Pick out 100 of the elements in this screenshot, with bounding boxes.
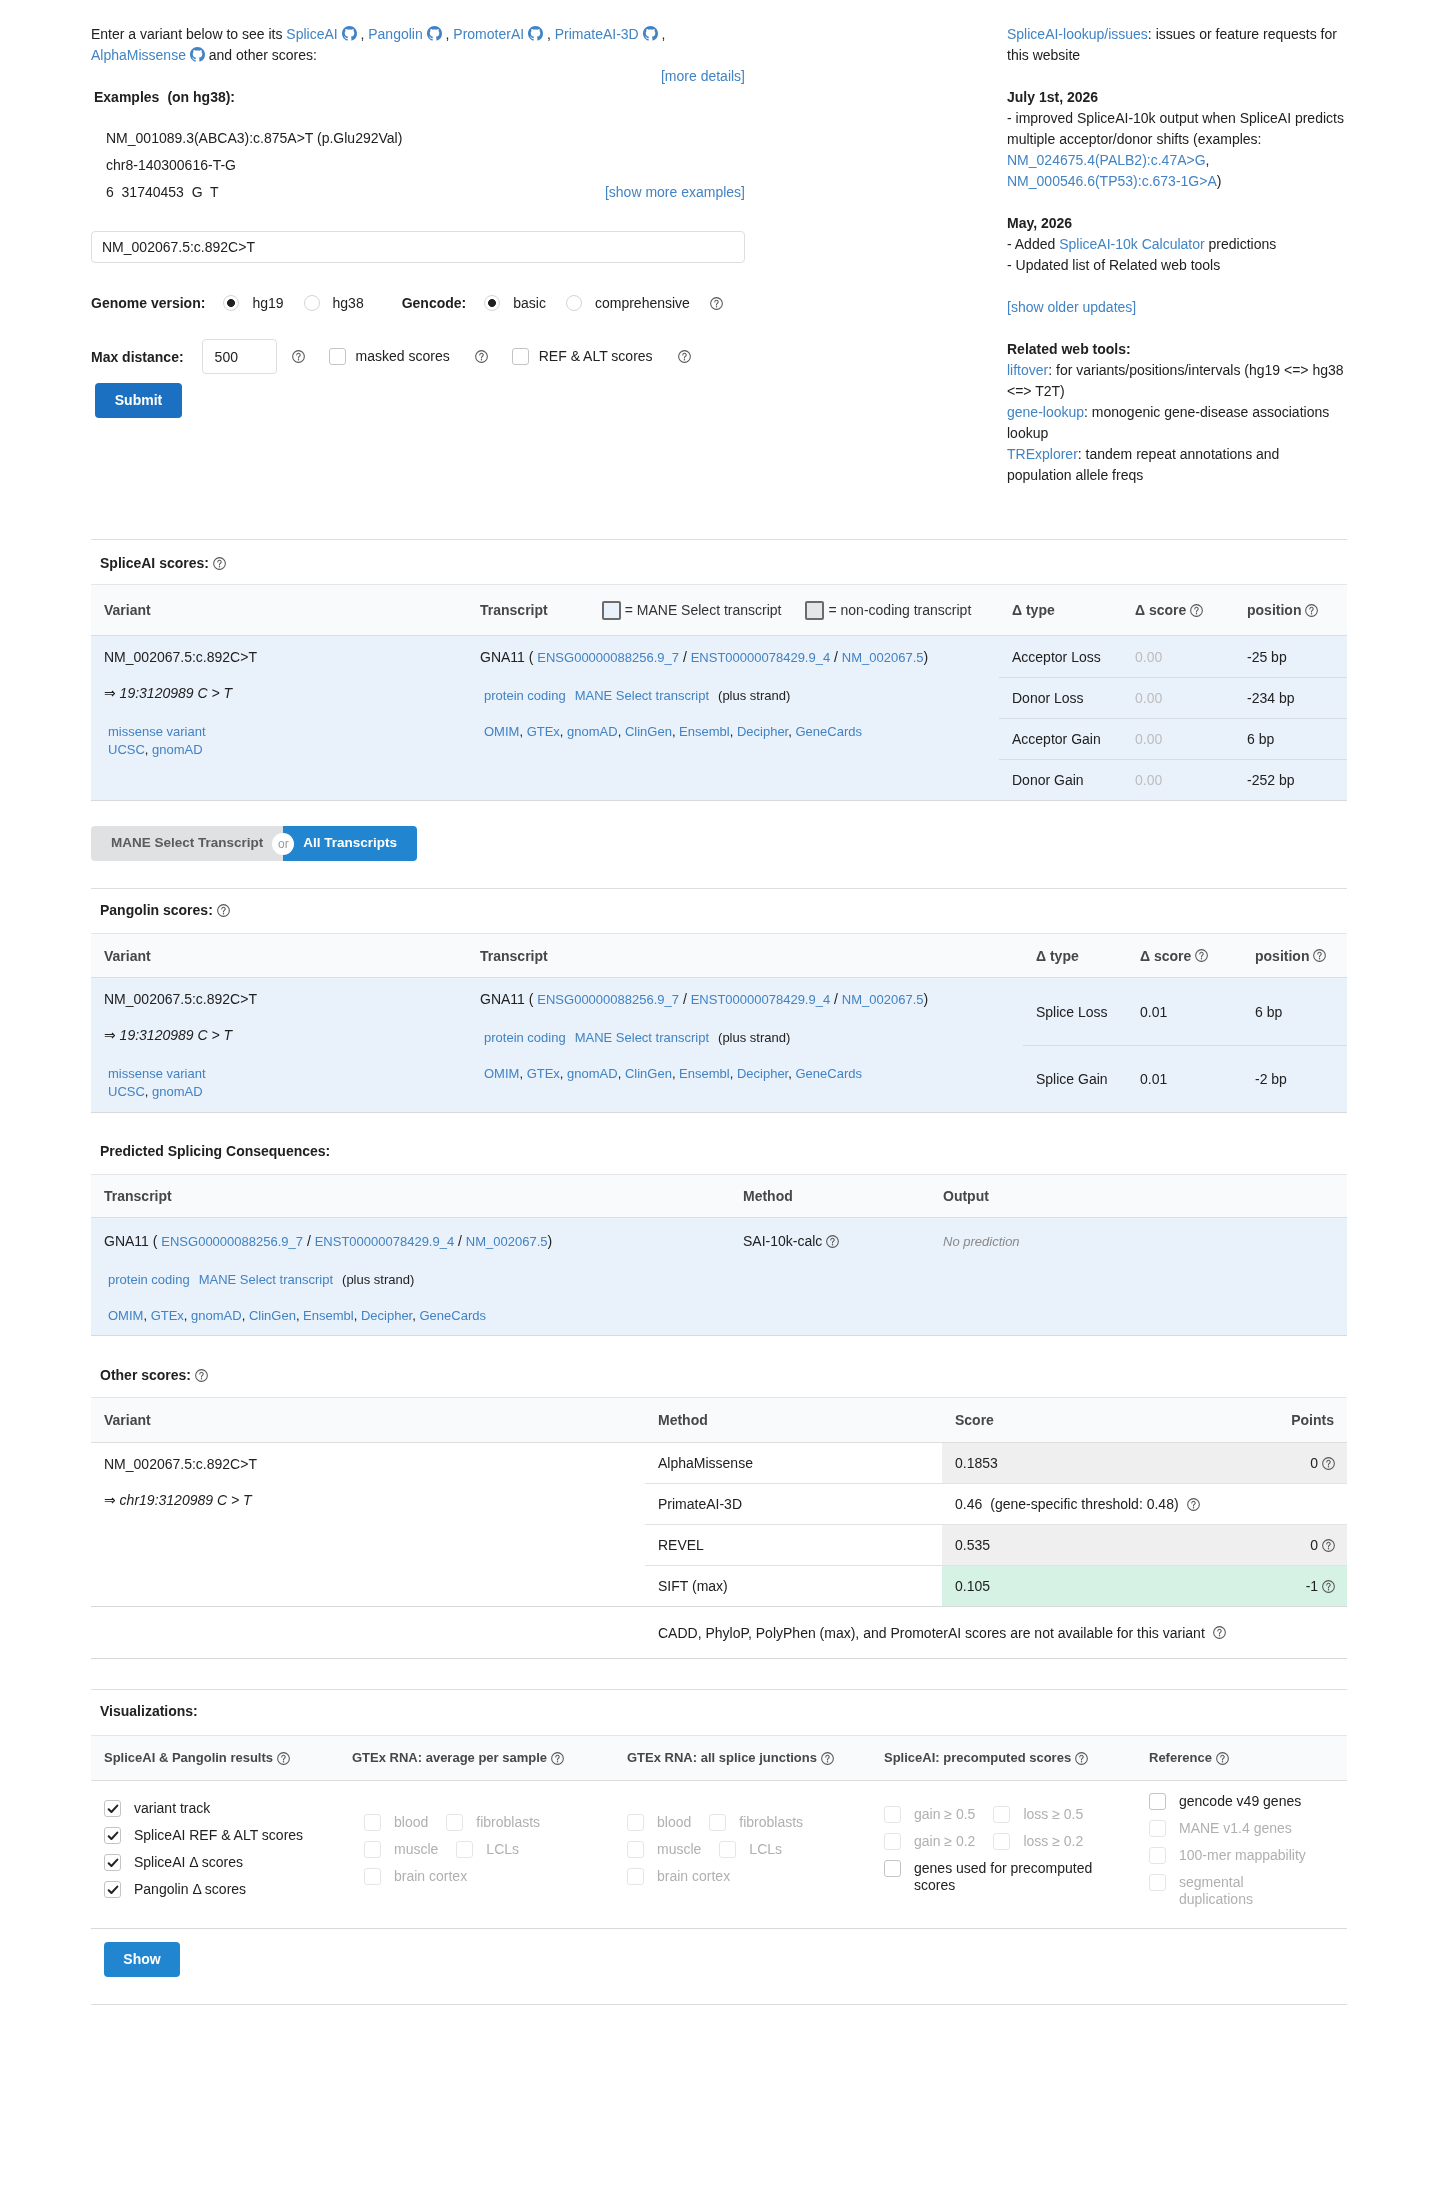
help-icon[interactable]	[1075, 1751, 1089, 1765]
checkbox-label[interactable]: REF & ALT scores	[538, 348, 653, 365]
resource-link[interactable]: gnomAD	[191, 1308, 242, 1323]
help-icon[interactable]	[1322, 1580, 1335, 1593]
news-link[interactable]: SpliceAI-lookup/issues	[1007, 26, 1148, 42]
checkbox[interactable]	[104, 1881, 121, 1898]
variant-input[interactable]: NM_002067.5:c.892C>T	[91, 231, 745, 263]
news-link[interactable]: TRExplorer	[1007, 446, 1078, 462]
help-icon[interactable]	[474, 350, 488, 363]
tag-link[interactable]: protein coding	[108, 1270, 190, 1290]
resource-link[interactable]: GeneCards	[795, 1066, 862, 1081]
tool-link[interactable]: PromoterAI	[453, 26, 525, 42]
transcript-link[interactable]: ENSG00000088256.9_7	[161, 1234, 303, 1249]
browser-link[interactable]: UCSC	[108, 1084, 145, 1099]
help-icon[interactable]	[1322, 1539, 1335, 1552]
transcript-link[interactable]: NM_002067.5	[841, 650, 924, 665]
transcript-link[interactable]: ENSG00000088256.9_7	[537, 992, 679, 1007]
help-icon[interactable]	[1186, 1497, 1200, 1511]
checkbox-label[interactable]: SpliceAI Δ scores	[134, 1854, 243, 1871]
example-link[interactable]: chr8-140300616-T-G	[106, 152, 236, 179]
help-icon[interactable]	[709, 296, 723, 310]
radio-button[interactable]	[223, 295, 240, 311]
checkbox[interactable]	[104, 1854, 121, 1871]
example-link[interactable]: 6 31740453 G T	[106, 179, 219, 206]
news-link[interactable]: NM_024675.4(PALB2):c.47A>G	[1007, 152, 1206, 168]
checkbox[interactable]	[104, 1800, 121, 1817]
resource-link[interactable]: GeneCards	[419, 1308, 486, 1323]
help-icon[interactable]	[1195, 949, 1209, 962]
resource-link[interactable]: ClinGen	[624, 1066, 672, 1081]
browser-link[interactable]: UCSC	[108, 742, 145, 757]
browser-link[interactable]: gnomAD	[152, 1084, 203, 1099]
checkbox[interactable]	[1149, 1793, 1166, 1810]
older-updates-link[interactable]: [show older updates]	[1007, 299, 1137, 315]
distance-input[interactable]: 500	[201, 339, 277, 374]
show-button[interactable]: Show	[104, 1942, 180, 1977]
help-icon[interactable]	[277, 1751, 291, 1765]
radio-label[interactable]: comprehensive	[594, 293, 690, 313]
more-details-link[interactable]: [more details]	[660, 66, 745, 87]
resource-link[interactable]: gnomAD	[567, 724, 618, 739]
radio-button[interactable]	[565, 295, 582, 311]
radio-label[interactable]: basic	[513, 293, 546, 313]
help-icon[interactable]	[1322, 1457, 1335, 1470]
radio-label[interactable]: hg38	[332, 293, 364, 313]
checkbox-label[interactable]: SpliceAI REF & ALT scores	[134, 1827, 304, 1844]
checkbox[interactable]	[104, 1827, 121, 1844]
news-link[interactable]: SpliceAI-10k Calculator	[1059, 236, 1205, 252]
help-icon[interactable]	[1305, 603, 1319, 617]
show-more-link[interactable]: [show more examples]	[604, 179, 745, 206]
help-icon[interactable]	[1313, 949, 1327, 962]
tool-link[interactable]: PrimateAI-3D	[554, 26, 639, 42]
resource-link[interactable]: GTEx	[150, 1308, 184, 1323]
help-icon[interactable]	[195, 1368, 209, 1382]
tag-link[interactable]: MANE Select transcript	[574, 686, 710, 706]
cat-icon[interactable]	[642, 26, 658, 41]
transcript-link[interactable]: ENST00000078429.9_4	[314, 1234, 455, 1249]
tool-link[interactable]: SpliceAI	[286, 26, 338, 42]
tag-link[interactable]: MANE Select transcript	[574, 1028, 710, 1048]
transcript-link[interactable]: ENST00000078429.9_4	[690, 992, 831, 1007]
resource-link[interactable]: ClinGen	[624, 724, 672, 739]
transcript-link[interactable]: ENSG00000088256.9_7	[537, 650, 679, 665]
checkbox[interactable]	[511, 348, 529, 365]
help-icon[interactable]	[216, 903, 230, 917]
consequence-link[interactable]: missense variant	[104, 1065, 206, 1083]
resource-link[interactable]: Decipher	[736, 1066, 789, 1081]
help-icon[interactable]	[821, 1751, 834, 1765]
transcript-link[interactable]: NM_002067.5	[465, 1234, 548, 1249]
transcript-link[interactable]: ENST00000078429.9_4	[690, 650, 831, 665]
consequence-link[interactable]: missense variant	[104, 723, 206, 741]
help-icon[interactable]	[212, 556, 226, 570]
resource-link[interactable]: Ensembl	[303, 1308, 354, 1323]
help-icon[interactable]	[1190, 603, 1204, 617]
resource-link[interactable]: gnomAD	[567, 1066, 618, 1081]
submit-button[interactable]: Submit	[95, 383, 182, 418]
checkbox-label[interactable]: masked scores	[355, 348, 450, 365]
help-icon[interactable]	[291, 350, 305, 363]
checkbox-label[interactable]: Pangolin Δ scores	[134, 1881, 247, 1898]
resource-link[interactable]: GeneCards	[795, 724, 862, 739]
tag-link[interactable]: MANE Select transcript	[198, 1270, 334, 1290]
help-icon[interactable]	[1212, 1626, 1226, 1639]
radio-label[interactable]: hg19	[252, 293, 284, 313]
tool-link[interactable]: Pangolin	[368, 26, 423, 42]
cat-icon[interactable]	[341, 26, 357, 41]
tag-link[interactable]: protein coding	[484, 686, 566, 706]
browser-link[interactable]: gnomAD	[152, 742, 203, 757]
resource-link[interactable]: GTEx	[526, 1066, 560, 1081]
resource-link[interactable]: ClinGen	[248, 1308, 296, 1323]
tool-link[interactable]: AlphaMissense	[91, 47, 186, 63]
checkbox-label[interactable]: gencode v49 genes	[1179, 1793, 1302, 1810]
resource-link[interactable]: Decipher	[360, 1308, 413, 1323]
cat-icon[interactable]	[426, 26, 442, 41]
transcript-link[interactable]: NM_002067.5	[841, 992, 924, 1007]
checkbox[interactable]	[884, 1860, 901, 1877]
help-icon[interactable]	[826, 1234, 840, 1248]
cat-icon[interactable]	[189, 47, 205, 62]
checkbox[interactable]	[328, 348, 346, 365]
radio-button[interactable]	[303, 295, 320, 311]
help-icon[interactable]	[1215, 1751, 1229, 1765]
tag-link[interactable]: protein coding	[484, 1028, 566, 1048]
cat-icon[interactable]	[528, 26, 543, 41]
example-link[interactable]: NM_001089.3(ABCA3):c.875A>T (p.Glu292Val)	[106, 125, 403, 152]
